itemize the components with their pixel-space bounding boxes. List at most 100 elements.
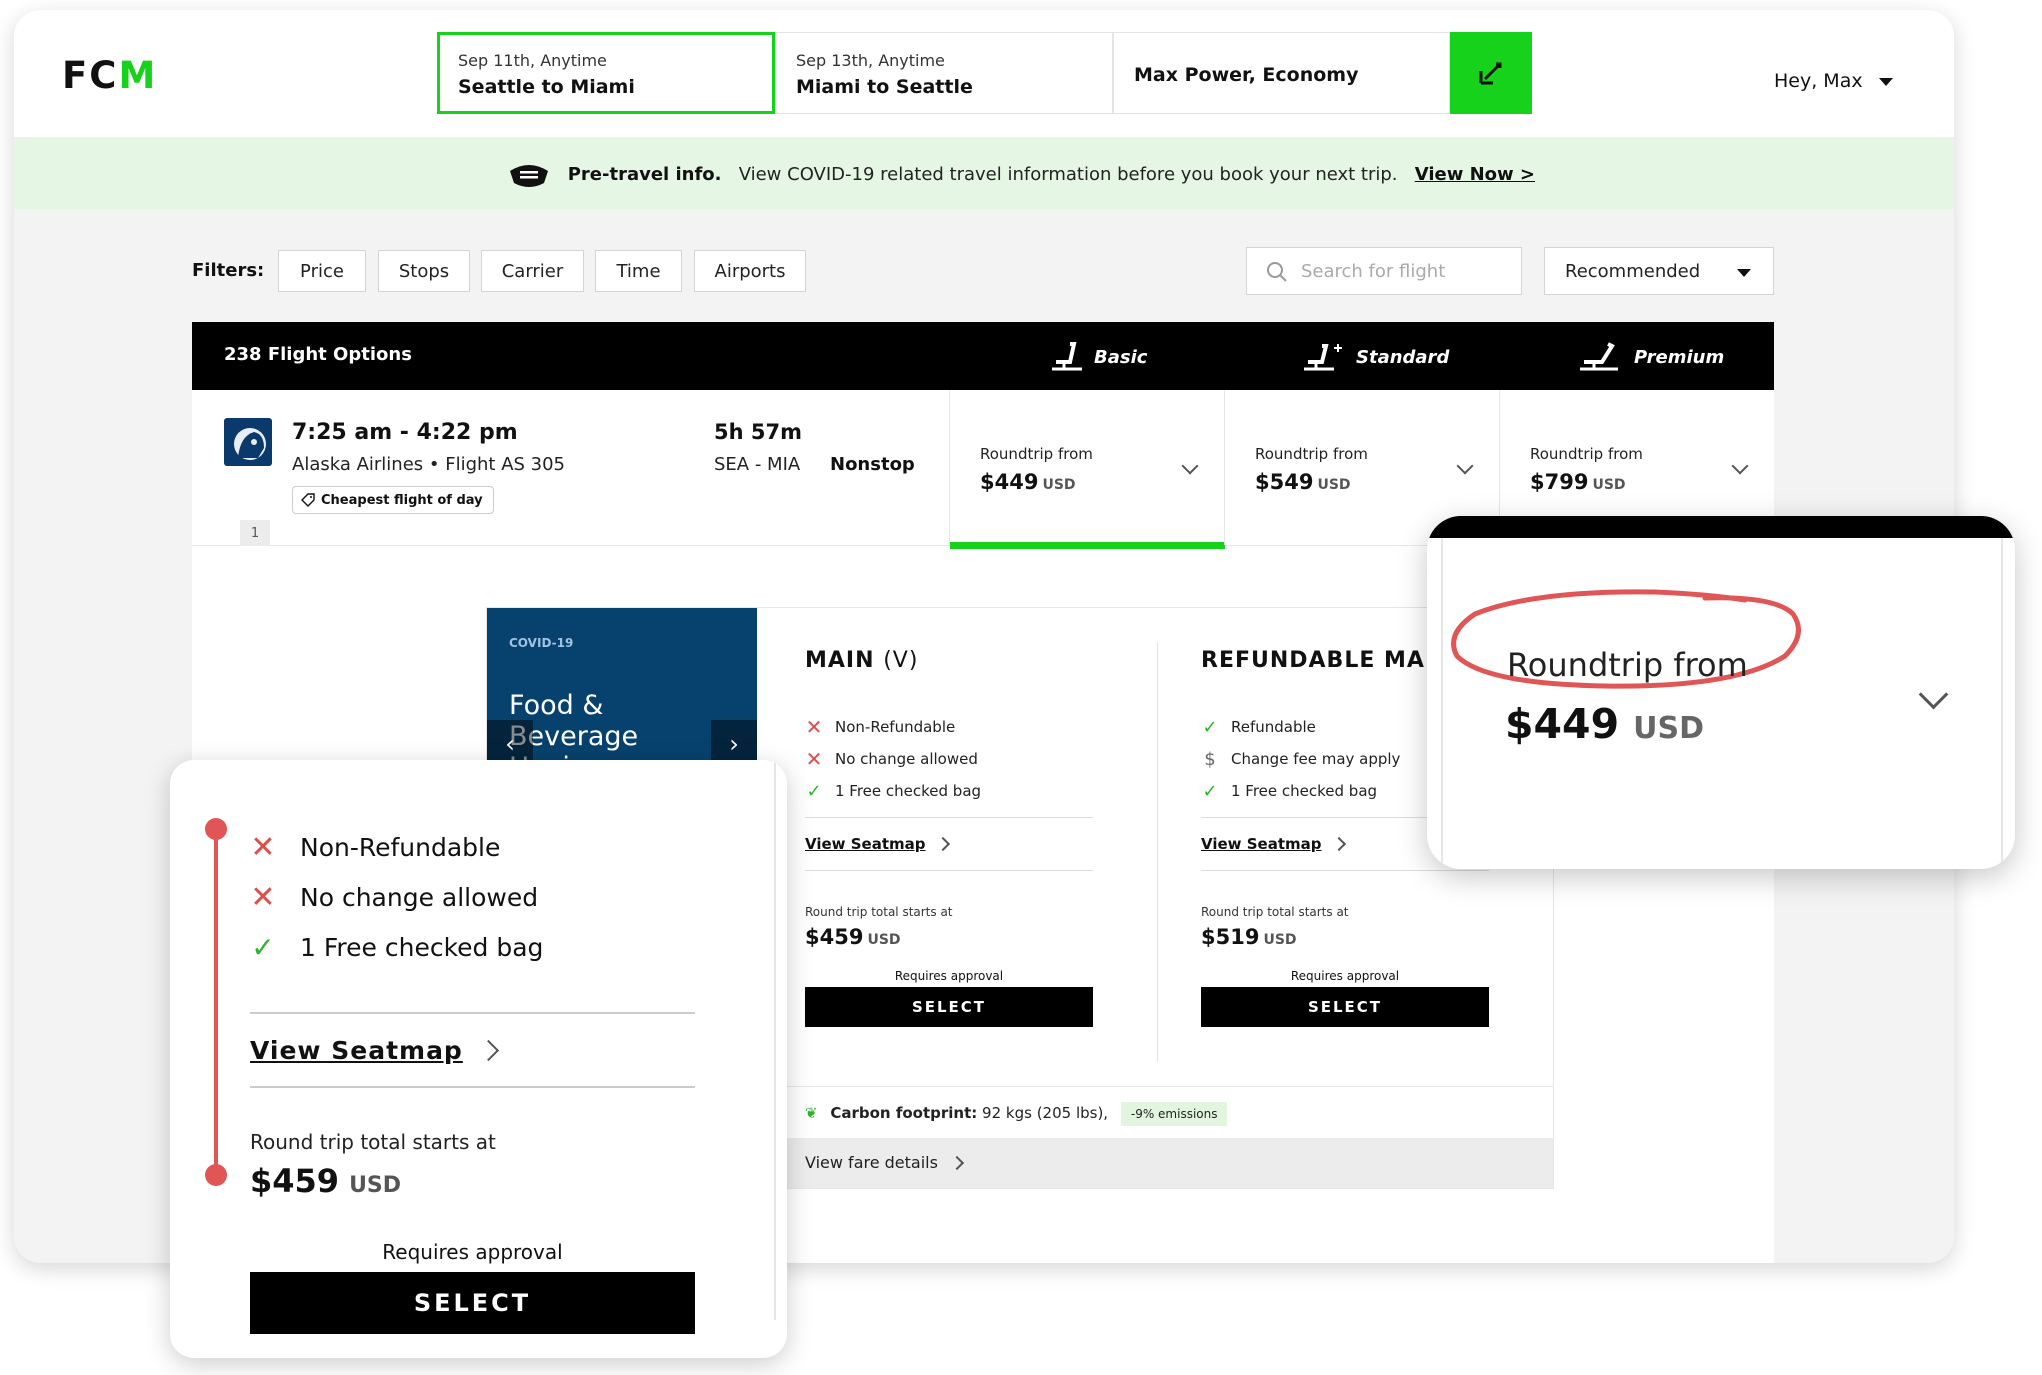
check-icon: ✓ [1202, 716, 1218, 738]
covid-card[interactable]: COVID-19 Food & Beverage Hygiene ‹ › [487, 608, 757, 783]
view-now-link[interactable]: View Now > [1415, 164, 1535, 185]
total-label: Round trip total starts at [250, 1130, 496, 1154]
filters-label: Filters: [192, 260, 265, 281]
approval-note: Requires approval [382, 1240, 563, 1264]
traveler-class-selector[interactable]: Max Power, Economy [1113, 32, 1450, 114]
banner-text: View COVID-19 related travel information… [738, 164, 1398, 185]
filter-stops-button[interactable]: Stops [378, 250, 470, 292]
approval-note: Requires approval [1290, 969, 1400, 983]
fcm-logo[interactable]: FCM [62, 54, 157, 97]
alaska-airlines-logo [224, 418, 272, 466]
column-divider [1157, 642, 1158, 1062]
segment-route: Miami to Seattle [796, 76, 973, 98]
search-input[interactable]: Search for flight [1246, 247, 1522, 295]
caret-down-icon [1878, 77, 1893, 86]
roundtrip-label: Roundtrip from [1507, 646, 1748, 684]
fare-feature: ✕ Non-Refundable [805, 715, 956, 739]
segment-date: Sep 13th, Anytime [796, 51, 945, 70]
fare-header-premium: Premium [1578, 342, 1724, 372]
emissions-badge: -9% emissions [1120, 1102, 1228, 1126]
approval-note: Requires approval [894, 969, 1004, 983]
flight-route: SEA - MIA [714, 454, 801, 475]
chevron-right-icon [1331, 836, 1346, 852]
select-button[interactable]: SELECT [250, 1272, 695, 1334]
edit-icon [1479, 62, 1502, 85]
banner-content: Pre-travel info. View COVID-19 related t… [508, 161, 1535, 189]
fare-feature: ✕ Non-Refundable [250, 829, 501, 865]
fare-column-main: MAIN (V) ✕ Non-Refundable ✕ No change allo… [805, 648, 1093, 1027]
segment-return[interactable]: Sep 13th, Anytime Miami to Seattle [775, 32, 1113, 114]
fare-label: Roundtrip from [1255, 445, 1368, 463]
selected-indicator [950, 542, 1225, 549]
roundtrip-price: $449 USD [1505, 700, 1704, 748]
fare-header-label: Premium [1634, 346, 1725, 368]
fare-price: $799 USD [1530, 470, 1626, 494]
carbon-value: 92 kgs (205 lbs), [982, 1104, 1109, 1122]
flight-duration: 5h 57m [714, 420, 802, 444]
x-icon: ✕ [805, 747, 823, 771]
filter-price-button[interactable]: Price [278, 250, 366, 292]
fare-label: Roundtrip from [980, 445, 1093, 463]
select-main-button[interactable]: SELECT [805, 987, 1093, 1027]
fare-header-standard: Standard [1302, 342, 1449, 372]
flight-stops: Nonstop [830, 454, 915, 475]
total-label: Round trip total starts at [1201, 905, 1349, 919]
header-strip [1427, 516, 2015, 538]
view-seatmap-link[interactable]: View Seatmap [805, 818, 1093, 870]
x-icon: ✕ [250, 829, 276, 865]
dollar-icon: $ [1204, 748, 1216, 770]
airline-flight-number: Alaska Airlines • Flight AS 305 [292, 454, 566, 475]
filter-time-button[interactable]: Time [595, 250, 682, 292]
fare-header-label: Standard [1356, 346, 1450, 368]
sort-value: Recommended [1565, 261, 1701, 282]
chevron-down-icon[interactable] [1918, 679, 1949, 710]
top-header: FCM Sep 11th, Anytime Seattle to Miami S… [14, 10, 1954, 137]
x-icon: ✕ [250, 879, 276, 915]
fare-label: Roundtrip from [1530, 445, 1643, 463]
filter-airports-button[interactable]: Airports [694, 250, 806, 292]
panel-edge [1441, 538, 1443, 869]
results-header: 238 Flight Options Basic Standard Premiu… [192, 322, 1774, 390]
zoomed-fare-details: ✕ Non-Refundable ✕ No change allowed ✓ 1 Fr… [250, 822, 695, 1334]
covid-tag: COVID-19 [509, 636, 574, 650]
check-icon: ✓ [806, 780, 822, 802]
segment-outbound[interactable]: Sep 11th, Anytime Seattle to Miami [437, 32, 775, 114]
sort-dropdown[interactable]: Recommended [1544, 247, 1774, 295]
cheapest-badge: Cheapest flight of day [292, 486, 494, 514]
fare-feature: ✕ No change allowed [805, 747, 978, 771]
total-price: $459 USD [805, 925, 901, 949]
tag-icon [301, 493, 315, 507]
traveler-class: Max Power, Economy [1134, 64, 1359, 86]
seat-plus-icon [1304, 344, 1342, 371]
mask-icon [510, 165, 548, 187]
zoom-callout-fare-features: ✕ Non-Refundable ✕ No change allowed ✓ 1 Fr… [170, 760, 787, 1358]
chevron-down-icon [1456, 457, 1474, 475]
fare-header-basic: Basic [1050, 342, 1147, 372]
select-refundable-button[interactable]: SELECT [1201, 987, 1489, 1027]
fare-price: $449 USD [980, 470, 1076, 494]
filter-carrier-button[interactable]: Carrier [481, 250, 584, 292]
user-menu[interactable]: Hey, Max [1774, 70, 1893, 92]
search-placeholder: Search for flight [1301, 261, 1446, 282]
segment-date: Sep 11th, Anytime [458, 51, 607, 70]
total-label: Round trip total starts at [805, 905, 953, 919]
total-price: $459 USD [250, 1162, 402, 1200]
carbon-label: Carbon footprint: [830, 1104, 978, 1122]
panel-edge [774, 760, 776, 1320]
greeting-text: Hey, Max [1774, 70, 1863, 92]
highlight-dot-top [205, 818, 227, 840]
fare-header-label: Basic [1094, 346, 1148, 368]
chevron-right-icon [477, 1039, 499, 1061]
view-seatmap-link[interactable]: View Seatmap [250, 1014, 695, 1086]
check-icon: ✓ [1202, 780, 1218, 802]
fare-option-basic[interactable]: Roundtrip from $449 USD [949, 390, 1225, 549]
highlight-line [214, 828, 218, 1174]
edit-search-button[interactable] [1450, 32, 1532, 114]
fare-feature: ✓ 1 Free checked bag [251, 930, 544, 964]
zoom-callout-roundtrip-price: Roundtrip from $449 USD [1427, 516, 2015, 869]
chevron-right-icon [935, 836, 950, 852]
pre-travel-banner: Pre-travel info. View COVID-19 related t… [14, 137, 1954, 209]
check-icon: ✓ [251, 930, 275, 964]
fare-name: MAIN (V) [805, 648, 919, 673]
seat-icon [1052, 342, 1082, 371]
